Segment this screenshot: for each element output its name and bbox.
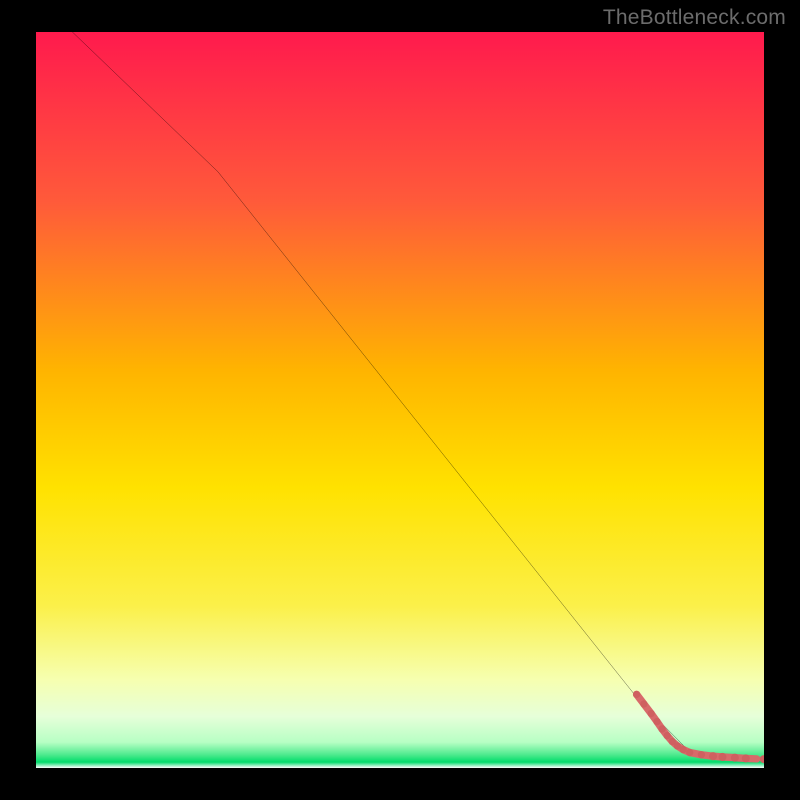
marker-dot — [648, 710, 655, 717]
marker-dot — [653, 718, 660, 725]
marker-dot — [633, 691, 640, 698]
marker-dot — [698, 751, 705, 758]
marker-dot — [742, 754, 750, 762]
marker-dot — [658, 725, 665, 732]
marker-dot — [686, 749, 693, 756]
plot-container — [36, 32, 764, 768]
marker-dot — [680, 746, 687, 753]
watermark-label: TheBottleneck.com — [603, 6, 786, 30]
chart-svg — [36, 32, 764, 768]
marker-dot — [664, 732, 671, 739]
marker-dot — [719, 753, 727, 761]
chart-frame: TheBottleneck.com — [0, 0, 800, 800]
marker-dot — [731, 754, 739, 762]
marker-dot — [709, 752, 717, 760]
marker-dot — [640, 700, 647, 707]
